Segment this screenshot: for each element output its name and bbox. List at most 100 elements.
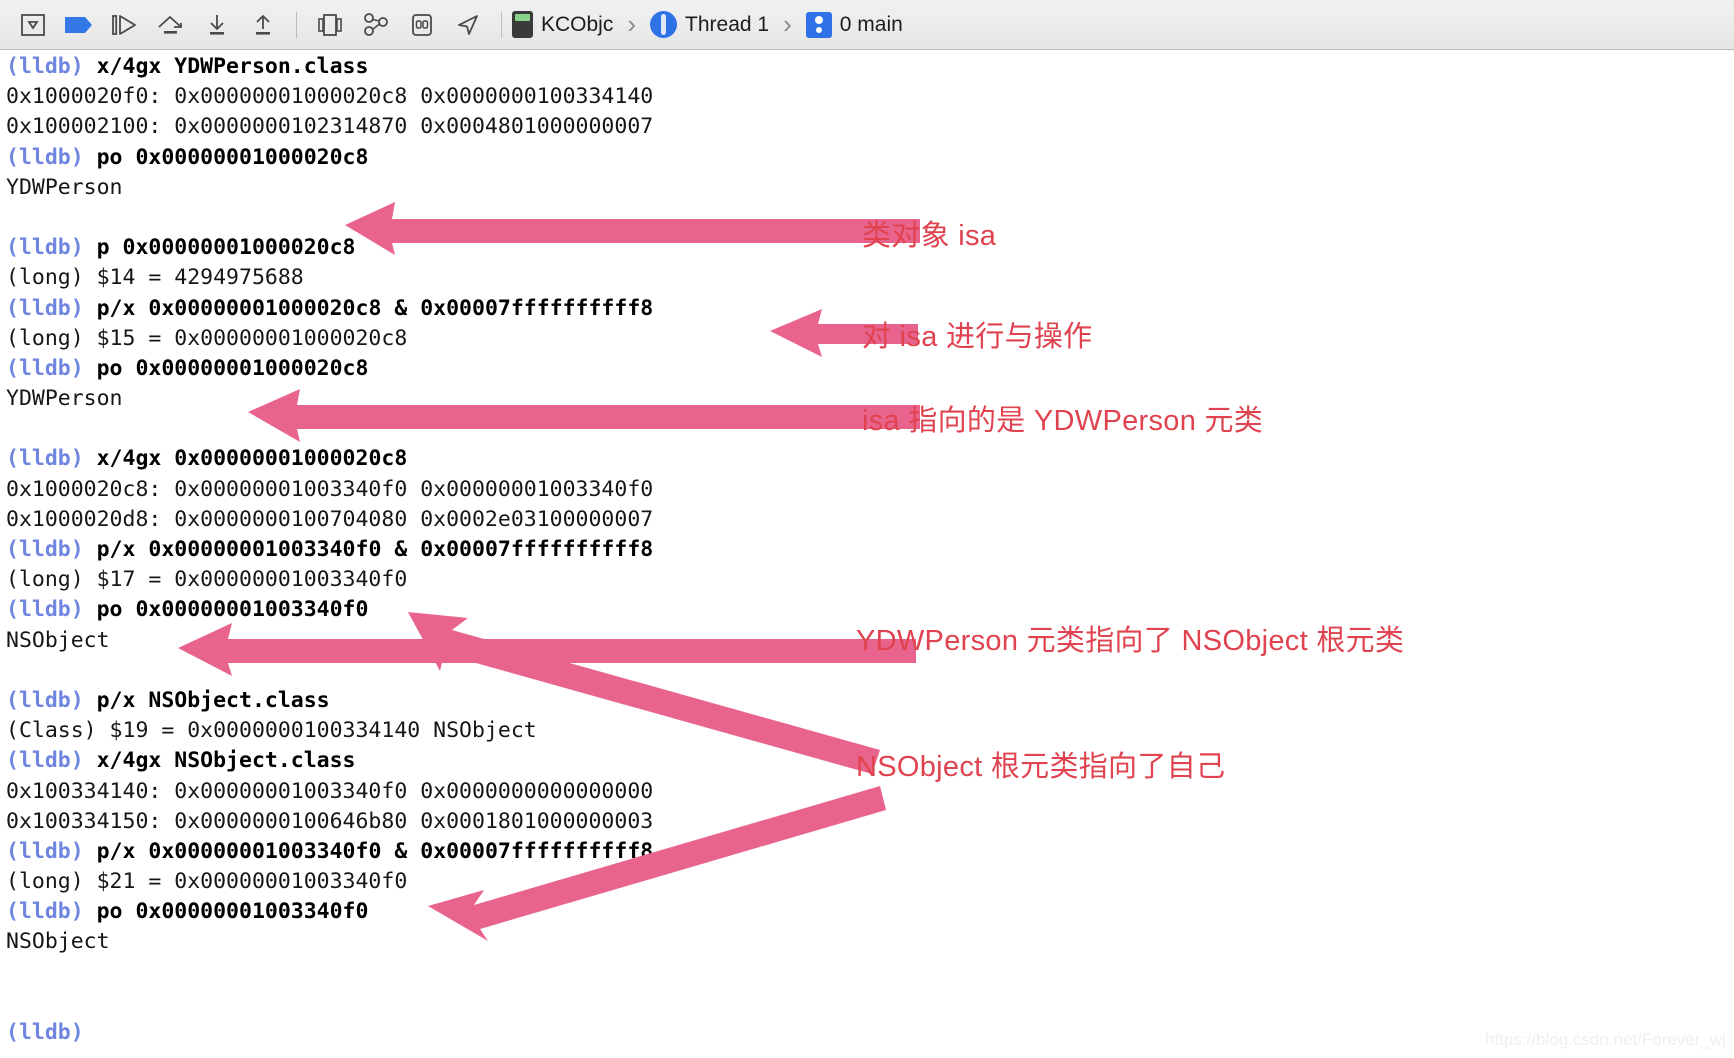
console-command-text: po 0x00000001000020c8 (83, 144, 369, 170)
console-prompt: (lldb) (6, 235, 84, 261)
console-command-line: (lldb) p/x 0x00000001003340f0 & 0x00007f… (6, 535, 653, 565)
console-output-text: (long) $21 = 0x00000001003340f0 (6, 869, 408, 895)
environment-overrides-button[interactable] (399, 3, 445, 47)
simulate-location-button[interactable] (445, 3, 491, 47)
console-output-text: YDWPerson (6, 174, 123, 200)
console-output-text: 0x100334150: 0x0000000100646b80 0x000180… (6, 808, 654, 834)
console-output-line: YDWPerson (6, 384, 653, 414)
console-command-text: po 0x00000001000020c8 (83, 355, 369, 381)
console-command-text: x/4gx NSObject.class (83, 748, 356, 774)
console-output-line: 0x1000020c8: 0x00000001003340f0 0x000000… (6, 475, 653, 505)
annotation-root-points-self: NSObject 根元类指向了自己 (856, 751, 1226, 783)
console-command-text: p/x 0x00000001003340f0 & 0x00007ffffffff… (83, 537, 654, 562)
console-command-text: p 0x00000001000020c8 (83, 235, 356, 261)
console-output-line: (long) $14 = 4294975688 (6, 263, 653, 293)
annotation-class-isa: 类对象 isa (862, 220, 997, 252)
debug-console[interactable]: (lldb) x/4gx YDWPerson.class 0x1000020f0:… (0, 50, 1734, 1058)
breadcrumb-chevron-2: › (783, 9, 792, 39)
console-output-line (6, 414, 653, 444)
view-hierarchy-icon (318, 13, 342, 36)
console-output-line: 0x100002100: 0x0000000102314870 0x000480… (6, 112, 653, 142)
console-prompt: (lldb) (6, 687, 84, 713)
console-output-line: (long) $21 = 0x00000001003340f0 (6, 867, 653, 897)
console-output-text: 0x1000020c8: 0x00000001003340f0 0x000000… (6, 476, 654, 502)
console-prompt: (lldb) (6, 54, 84, 79)
location-arrow-icon (458, 14, 478, 35)
debug-toolbar: KCObjc › Thread 1 › 0 main (0, 0, 1734, 50)
console-output-line (6, 656, 653, 686)
console-output-line: NSObject (6, 927, 653, 957)
watermark: https://blog.csdn.net/Forever_wj (1485, 1030, 1726, 1049)
environment-overrides-icon (412, 13, 432, 36)
console-output-line (6, 958, 653, 988)
console-output-line: 0x100334150: 0x0000000100646b80 0x000180… (6, 807, 653, 837)
console-prompt: (lldb) (6, 899, 84, 925)
console-output-line (6, 988, 653, 1018)
console-output-line: (long) $17 = 0x00000001003340f0 (6, 565, 653, 595)
step-out-icon (256, 14, 270, 35)
console-output-line: (long) $15 = 0x00000001000020c8 (6, 324, 653, 354)
breadcrumb-chevron-1: › (627, 9, 637, 39)
console-command-line: (lldb) p/x 0x00000001003340f0 & 0x00007f… (6, 837, 653, 867)
console-output-text: NSObject (6, 627, 110, 653)
console-command-line: (lldb) po 0x00000001003340f0 (6, 595, 653, 625)
console-output-text (6, 658, 19, 683)
console-command-line: (lldb) po 0x00000001000020c8 (6, 143, 653, 173)
breadcrumb-process[interactable]: KCObjc (541, 13, 613, 37)
console-prompt: (lldb) (6, 355, 84, 381)
console-output-line: 0x100334140: 0x00000001003340f0 0x000000… (6, 777, 653, 807)
deactivate-breakpoints-button[interactable] (56, 3, 102, 47)
console-command-text: po 0x00000001003340f0 (83, 899, 369, 925)
step-out-button[interactable] (240, 3, 286, 47)
console-prompt: (lldb) (6, 1020, 84, 1045)
console-prompt: (lldb) (6, 537, 84, 562)
debug-memory-graph-button[interactable] (353, 3, 399, 47)
console-command-line: (lldb) po 0x00000001000020c8 (6, 354, 653, 384)
console-output-text (6, 960, 19, 985)
debug-view-hierarchy-button[interactable] (307, 3, 353, 47)
memory-graph-icon (364, 12, 388, 36)
console-command-text: x/4gx YDWPerson.class (83, 54, 369, 79)
console-command-text: p/x NSObject.class (83, 687, 330, 713)
console-command-line: (lldb) x/4gx 0x00000001000020c8 (6, 444, 653, 474)
annotation-isa-points-meta: isa 指向的是 YDWPerson 元类 (862, 405, 1264, 437)
continue-button[interactable] (102, 3, 148, 47)
console-command-line: (lldb) (6, 1018, 653, 1048)
annotation-isa-and-operation: 对 isa 进行与操作 (862, 321, 1093, 353)
step-over-button[interactable] (148, 3, 194, 47)
step-over-icon (158, 15, 182, 34)
console-command-line: (lldb) po 0x00000001003340f0 (6, 897, 653, 927)
console-prompt: (lldb) (6, 446, 84, 472)
console-output-text: 0x100002100: 0x0000000102314870 0x000480… (6, 114, 654, 140)
console-output-text: 0x100334140: 0x00000001003340f0 0x000000… (6, 778, 654, 804)
toolbar-divider-2 (501, 11, 502, 38)
step-into-button[interactable] (194, 3, 240, 47)
console-output-text: 0x1000020f0: 0x00000001000020c8 0x000000… (6, 84, 654, 110)
breadcrumb-thread[interactable]: Thread 1 (685, 13, 769, 37)
console-prompt: (lldb) (6, 748, 84, 774)
console-output-text: YDWPerson (6, 386, 123, 412)
console-output-text (6, 990, 19, 1015)
console-output-text: (long) $17 = 0x00000001003340f0 (6, 567, 408, 593)
console-output-text: NSObject (6, 929, 110, 955)
console-output-line: (Class) $19 = 0x0000000100334140 NSObjec… (6, 716, 653, 746)
breakpoint-icon (65, 16, 92, 33)
console-output-text: 0x1000020d8: 0x0000000100704080 0x0002e0… (6, 506, 654, 532)
breadcrumb-frame[interactable]: 0 main (840, 13, 903, 37)
breadcrumb: KCObjc › Thread 1 › 0 main (512, 3, 903, 47)
console-command-text: p/x 0x00000001003340f0 & 0x00007ffffffff… (83, 838, 654, 864)
step-into-icon (210, 14, 224, 35)
annotation-meta-to-root: YDWPerson 元类指向了 NSObject 根元类 (856, 625, 1405, 657)
console-command-line: (lldb) x/4gx YDWPerson.class (6, 52, 653, 82)
panel-toggle-icon (21, 13, 45, 36)
hide-debug-area-button[interactable] (10, 3, 56, 47)
console-command-text: x/4gx 0x00000001000020c8 (83, 446, 408, 472)
console-command-line: (lldb) x/4gx NSObject.class (6, 746, 653, 776)
continue-program-icon (112, 14, 136, 35)
console-output-line: NSObject (6, 626, 653, 656)
console-prompt: (lldb) (6, 144, 84, 170)
console-prompt: (lldb) (6, 295, 84, 321)
console-output-text: (long) $14 = 4294975688 (6, 265, 304, 291)
thread-icon (650, 11, 678, 38)
console-output-line (6, 203, 653, 233)
